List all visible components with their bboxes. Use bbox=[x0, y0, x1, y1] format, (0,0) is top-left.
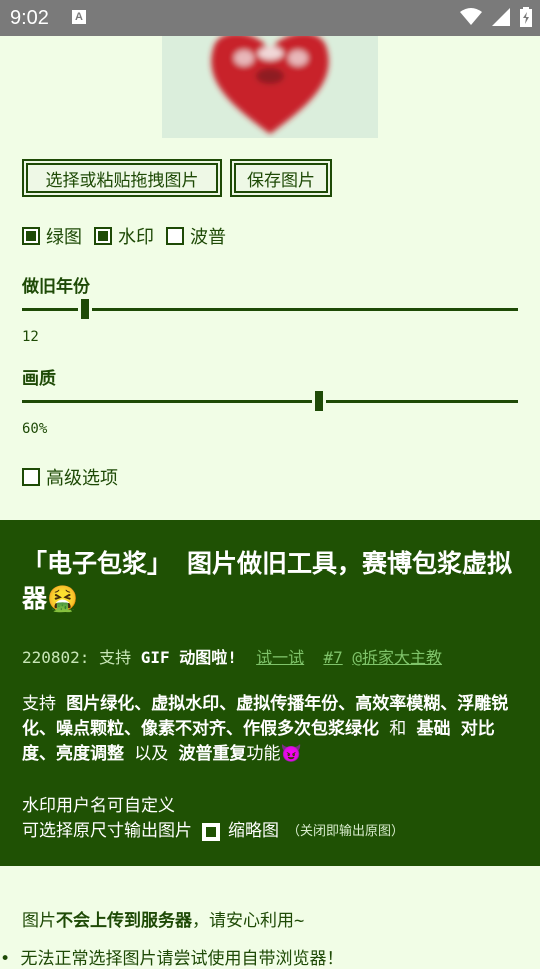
age-slider-track[interactable] bbox=[22, 308, 518, 311]
browser-tip: • 无法正常选择图片请尝试使用自带浏览器！ bbox=[0, 949, 344, 969]
select-image-button[interactable]: 选择或粘贴拖拽图片 bbox=[22, 159, 222, 197]
thumbnail-checkbox[interactable] bbox=[202, 822, 220, 841]
quality-label: 画质 bbox=[22, 369, 56, 389]
green-checkbox[interactable]: 绿图 bbox=[22, 223, 82, 249]
author-link[interactable]: @拆家大主教 bbox=[352, 648, 442, 667]
quality-slider[interactable] bbox=[22, 390, 518, 414]
save-image-button[interactable]: 保存图片 bbox=[230, 159, 332, 197]
wave-checkbox[interactable]: 波普 bbox=[166, 223, 226, 249]
issue-link[interactable]: #7 bbox=[323, 648, 342, 667]
features-part-0: 支持 bbox=[22, 694, 67, 714]
watermark-check-box[interactable] bbox=[94, 227, 112, 245]
update-suffix: 动图啦! bbox=[169, 648, 237, 667]
age-label: 做旧年份 bbox=[22, 277, 90, 297]
watermark-label: 水印 bbox=[118, 227, 154, 248]
battery-icon bbox=[520, 7, 532, 27]
privacy-note: 图片不会上传到服务器，请安心利用~ bbox=[22, 906, 304, 931]
features-part-7: 功能😈 bbox=[246, 744, 302, 764]
quality-slider-thumb[interactable] bbox=[314, 391, 323, 411]
update-strong: GIF bbox=[140, 648, 170, 667]
privacy-prefix: 图片 bbox=[22, 911, 56, 931]
original-size-note: 可选择原尺寸输出图片 bbox=[22, 821, 192, 841]
watermark-checkbox[interactable]: 水印 bbox=[94, 223, 154, 249]
thumbnail-hint: （关闭即输出原图） bbox=[287, 824, 405, 839]
privacy-suffix: ，请安心利用~ bbox=[192, 911, 305, 931]
status-icons bbox=[460, 7, 532, 27]
update-prefix: 220802: 支持 bbox=[22, 648, 141, 667]
wifi-icon bbox=[460, 8, 482, 25]
features-part-3: 基础 bbox=[416, 719, 461, 739]
privacy-strong: 不会上传到服务器 bbox=[56, 911, 192, 931]
info-panel: 「电子包浆」 图片做旧工具，赛博包浆虚拟器🤮 220802: 支持 GIF 动图… bbox=[0, 520, 540, 866]
update-note: 220802: 支持 GIF 动图啦! 试一试 #7 @拆家大主教 bbox=[22, 644, 442, 668]
signal-icon bbox=[492, 8, 510, 26]
effect-options: 绿图 水印 波普 bbox=[22, 224, 238, 248]
status-time: 9:02 bbox=[10, 7, 49, 29]
heart-image bbox=[162, 36, 378, 138]
quality-slider-track[interactable] bbox=[22, 400, 518, 403]
features-part-2: 和 bbox=[379, 719, 417, 739]
advanced-options-checkbox[interactable]: 高级选项 bbox=[22, 464, 118, 490]
wave-label: 波普 bbox=[190, 227, 226, 248]
preview-image[interactable] bbox=[162, 36, 378, 138]
panel-title: 「电子包浆」 图片做旧工具，赛博包浆虚拟器🤮 bbox=[22, 549, 513, 613]
features-text: 支持 图片绿化、虚拟水印、虚拟传播年份、高效率模糊、浮雕锐化、噪点颗粒、像素不对… bbox=[22, 692, 522, 767]
green-label: 绿图 bbox=[46, 227, 82, 248]
age-value: 12 bbox=[22, 329, 39, 345]
wave-check-box[interactable] bbox=[166, 227, 184, 245]
green-check-box[interactable] bbox=[22, 227, 40, 245]
features-part-5: 以及 bbox=[124, 744, 179, 764]
advanced-label: 高级选项 bbox=[46, 468, 118, 489]
age-slider-thumb[interactable] bbox=[80, 299, 89, 319]
advanced-check-box[interactable] bbox=[22, 468, 40, 486]
thumbnail-label: 缩略图 bbox=[228, 821, 279, 841]
try-link[interactable]: 试一试 bbox=[256, 648, 304, 667]
watermark-note: 水印用户名可自定义 bbox=[22, 796, 175, 816]
status-bar: 9:02 A bbox=[0, 0, 540, 36]
quality-value: 60% bbox=[22, 421, 48, 437]
thumbnail-row: 可选择原尺寸输出图片 缩略图 （关闭即输出原图） bbox=[22, 819, 404, 844]
watermark-notes: 水印用户名可自定义 可选择原尺寸输出图片 缩略图 （关闭即输出原图） bbox=[22, 794, 404, 844]
features-part-6: 波普重复 bbox=[178, 744, 247, 764]
age-slider[interactable] bbox=[22, 298, 518, 322]
notification-icon: A bbox=[72, 10, 86, 24]
